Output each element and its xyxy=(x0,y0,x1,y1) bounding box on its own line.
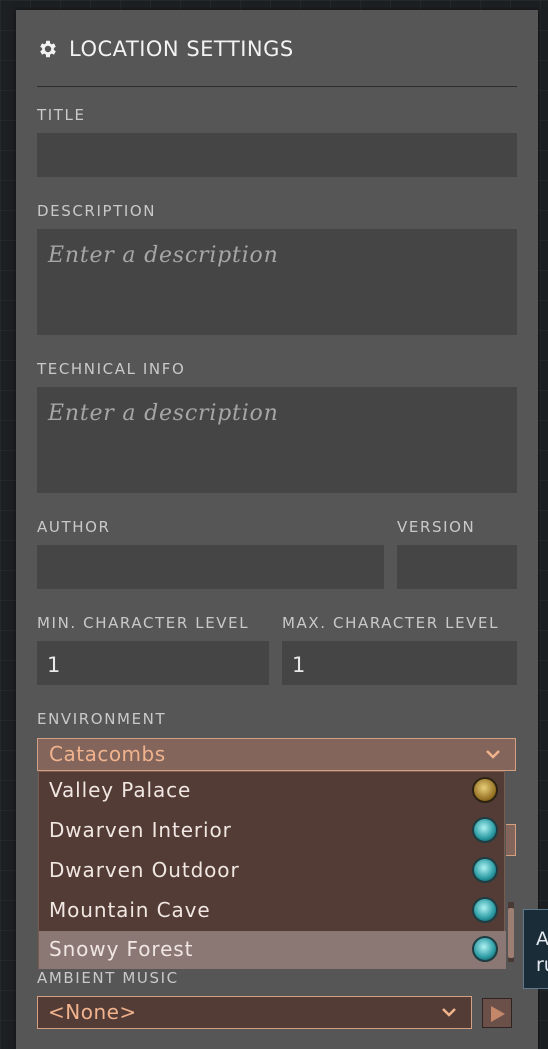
environment-select[interactable]: Catacombs xyxy=(37,738,516,771)
version-label: VERSION xyxy=(397,518,476,536)
version-input[interactable] xyxy=(397,545,517,589)
min-level-label: MIN. CHARACTER LEVEL xyxy=(37,614,250,632)
option-label: Mountain Cave xyxy=(49,898,211,922)
tooltip-line-1: A xyxy=(536,928,548,950)
title-input[interactable] xyxy=(37,133,517,177)
description-placeholder: Enter a description xyxy=(48,243,279,268)
ambient-music-select[interactable]: <None> xyxy=(37,996,472,1029)
tooltip: A ru xyxy=(523,909,548,989)
location-settings-panel: LOCATION SETTINGS TITLE DESCRIPTION Ente… xyxy=(16,10,538,1049)
play-icon xyxy=(491,1006,505,1022)
environment-option-mountain-cave[interactable]: Mountain Cave xyxy=(39,892,506,930)
ambient-music-label: AMBIENT MUSIC xyxy=(37,969,179,987)
option-label: Snowy Forest xyxy=(49,937,194,961)
option-label: Dwarven Interior xyxy=(49,818,232,842)
header-divider xyxy=(37,86,517,87)
option-label: Valley Palace xyxy=(49,778,192,802)
environment-dropdown-list: Valley Palace Dwarven Interior Dwarven O… xyxy=(38,771,506,969)
teal-medallion-icon xyxy=(472,936,498,962)
technical-info-placeholder: Enter a description xyxy=(48,401,279,426)
hidden-control-edge xyxy=(506,824,516,856)
chevron-down-icon xyxy=(442,1008,456,1017)
environment-option-snowy-forest[interactable]: Snowy Forest xyxy=(39,931,506,969)
teal-medallion-icon xyxy=(472,817,498,843)
chevron-down-icon xyxy=(486,750,500,759)
play-music-button[interactable] xyxy=(482,998,512,1028)
max-level-label: MAX. CHARACTER LEVEL xyxy=(282,614,500,632)
description-textarea[interactable]: Enter a description xyxy=(37,229,517,335)
gold-medallion-icon xyxy=(472,777,498,803)
teal-medallion-icon xyxy=(472,897,498,923)
environment-option-dwarven-interior[interactable]: Dwarven Interior xyxy=(39,812,506,850)
title-label: TITLE xyxy=(37,106,86,124)
author-input[interactable] xyxy=(37,545,384,589)
max-level-input[interactable]: 1 xyxy=(282,641,517,685)
min-level-input[interactable]: 1 xyxy=(37,641,269,685)
option-label: Dwarven Outdoor xyxy=(49,858,240,882)
environment-label: ENVIRONMENT xyxy=(37,710,167,728)
teal-medallion-icon xyxy=(472,857,498,883)
dropdown-scrollbar-thumb[interactable] xyxy=(508,908,514,958)
gear-icon xyxy=(40,40,56,58)
panel-header: LOCATION SETTINGS xyxy=(37,34,294,64)
technical-info-textarea[interactable]: Enter a description xyxy=(37,387,517,493)
environment-option-valley-palace[interactable]: Valley Palace xyxy=(39,772,506,810)
author-label: AUTHOR xyxy=(37,518,111,536)
tooltip-line-2: ru xyxy=(536,954,548,976)
ambient-music-selected-value: <None> xyxy=(48,1000,137,1024)
technical-info-label: TECHNICAL INFO xyxy=(37,360,186,378)
panel-title: LOCATION SETTINGS xyxy=(69,37,294,61)
environment-option-dwarven-outdoor[interactable]: Dwarven Outdoor xyxy=(39,852,506,890)
environment-selected-value: Catacombs xyxy=(49,742,166,766)
description-label: DESCRIPTION xyxy=(37,202,157,220)
